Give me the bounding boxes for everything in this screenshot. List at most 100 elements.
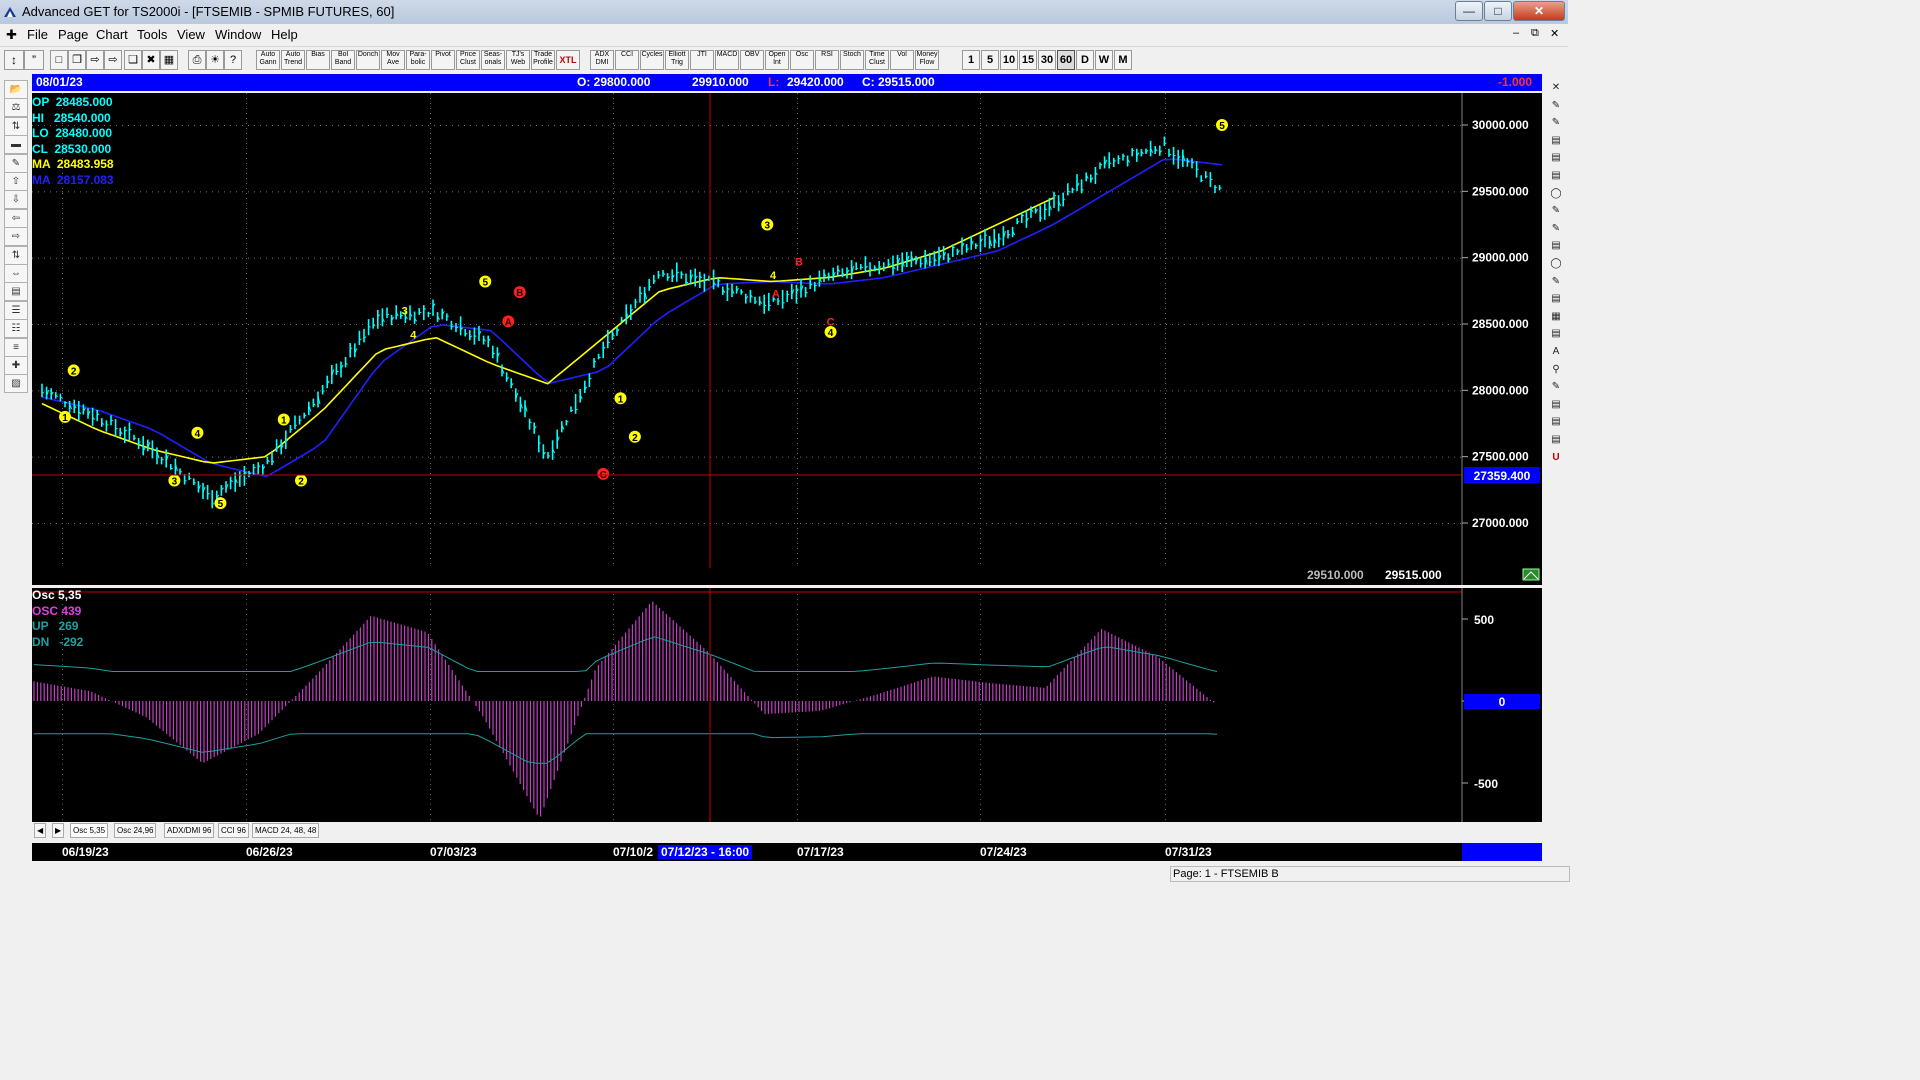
- drawing-tool-icon[interactable]: ⇧: [4, 172, 28, 191]
- mdi-restore-button[interactable]: ⧉: [1531, 27, 1539, 40]
- grid-icon[interactable]: ▦: [160, 50, 178, 70]
- analysis-tool-icon[interactable]: ▤: [1546, 432, 1566, 447]
- analysis-tool-icon[interactable]: ✎: [1546, 98, 1566, 113]
- grid-expand-icon[interactable]: [1522, 568, 1540, 581]
- study-button[interactable]: MACD: [715, 50, 739, 70]
- drawing-tool-icon[interactable]: ✚: [4, 356, 28, 375]
- drawing-tool-icon[interactable]: ☷: [4, 319, 28, 339]
- drawing-tool-icon[interactable]: ⇨: [4, 227, 28, 247]
- drawing-tool-icon[interactable]: ⇅: [4, 116, 28, 136]
- menu-view[interactable]: View: [177, 27, 205, 42]
- analysis-tool-icon[interactable]: ▤: [1546, 133, 1566, 148]
- period-button[interactable]: M: [1114, 50, 1132, 70]
- oscillator-chart[interactable]: 5000-500: [32, 588, 1542, 822]
- period-button[interactable]: 10: [1000, 50, 1018, 70]
- pointer-tool-icon[interactable]: ↕: [4, 50, 24, 70]
- period-button[interactable]: 5: [981, 50, 999, 70]
- oscillator-pane[interactable]: 500 0 -500 Osc 5,35 OSC 439 UP 269 DN -292: [32, 588, 1542, 822]
- period-button[interactable]: 15: [1019, 50, 1037, 70]
- study-button[interactable]: Seas- onals: [481, 50, 505, 70]
- study-button[interactable]: Mov Ave: [381, 50, 405, 70]
- period-button[interactable]: 60: [1057, 50, 1075, 70]
- analysis-tool-icon[interactable]: ▤: [1546, 168, 1566, 183]
- study-button[interactable]: Stoch: [840, 50, 864, 70]
- study-button[interactable]: Auto Trend: [281, 50, 305, 70]
- copy-icon[interactable]: ❐: [68, 50, 86, 70]
- doc-icon[interactable]: ✚: [6, 27, 17, 43]
- study-button[interactable]: CCI: [615, 50, 639, 70]
- drawing-tool-icon[interactable]: ⇅: [4, 245, 28, 265]
- study-button[interactable]: XTL: [556, 50, 580, 70]
- analysis-tool-icon[interactable]: A: [1546, 344, 1566, 359]
- analysis-tool-icon[interactable]: ▦: [1546, 309, 1566, 324]
- forward-icon[interactable]: ⇨: [104, 50, 122, 70]
- study-button[interactable]: Auto Gann: [256, 50, 280, 70]
- period-button[interactable]: W: [1095, 50, 1113, 70]
- drawing-tool-icon[interactable]: ⇩: [4, 190, 28, 210]
- study-button[interactable]: Time Clust: [865, 50, 889, 70]
- price-chart[interactable]: 1234512345ABC1234ABC45 30000.00029500.00…: [32, 93, 1542, 585]
- minimize-button[interactable]: —: [1455, 1, 1483, 21]
- study-button[interactable]: Vol: [890, 50, 914, 70]
- analysis-tool-icon[interactable]: ✎: [1546, 203, 1566, 218]
- analysis-tool-icon[interactable]: U: [1546, 450, 1566, 465]
- study-button[interactable]: Money Flow: [915, 50, 939, 70]
- cascade-icon[interactable]: ❑: [124, 50, 142, 70]
- menu-window[interactable]: Window: [215, 27, 261, 42]
- quote-tool-icon[interactable]: ”: [24, 50, 44, 70]
- study-button[interactable]: Para- bolic: [406, 50, 430, 70]
- study-button[interactable]: JTI: [690, 50, 714, 70]
- menu-chart[interactable]: Chart: [96, 27, 128, 42]
- analysis-tool-icon[interactable]: ▤: [1546, 150, 1566, 165]
- study-button[interactable]: RSI: [815, 50, 839, 70]
- tab-osc-5-35[interactable]: Osc 5,35: [70, 823, 109, 838]
- analysis-tool-icon[interactable]: ✎: [1546, 221, 1566, 236]
- delete-icon[interactable]: ✖: [142, 50, 160, 70]
- analysis-tool-icon[interactable]: ▤: [1546, 291, 1566, 306]
- drawing-tool-icon[interactable]: ☰: [4, 300, 28, 320]
- tab-cci[interactable]: CCI 96: [218, 823, 249, 838]
- print-icon[interactable]: ⎙: [188, 50, 206, 70]
- price-chart-pane[interactable]: 1234512345ABC1234ABC45 30000.00029500.00…: [32, 93, 1542, 585]
- analysis-tool-icon[interactable]: ◯: [1546, 256, 1566, 271]
- mdi-minimize-button[interactable]: –: [1513, 27, 1519, 39]
- menu-help[interactable]: Help: [271, 27, 298, 42]
- analysis-tool-icon[interactable]: ⚲: [1546, 362, 1566, 377]
- drawing-tool-icon[interactable]: ▤: [4, 282, 28, 302]
- lightbulb-icon[interactable]: ☀: [206, 50, 224, 70]
- analysis-tool-icon[interactable]: ▤: [1546, 414, 1566, 429]
- tab-adx-dmi[interactable]: ADX/DMI 96: [164, 823, 215, 838]
- study-button[interactable]: Donch: [356, 50, 380, 70]
- analysis-tool-icon[interactable]: ◯: [1546, 186, 1566, 201]
- analysis-tool-icon[interactable]: ✎: [1546, 379, 1566, 394]
- menu-tools[interactable]: Tools: [137, 27, 167, 42]
- mdi-close-button[interactable]: ✕: [1550, 27, 1559, 40]
- study-button[interactable]: ADX DMI: [590, 50, 614, 70]
- study-button[interactable]: Pivot: [431, 50, 455, 70]
- analysis-tool-icon[interactable]: ✕: [1546, 80, 1566, 95]
- study-button[interactable]: Bol Band: [331, 50, 355, 70]
- back-icon[interactable]: ⇨: [86, 50, 104, 70]
- study-button[interactable]: Bias: [306, 50, 330, 70]
- period-button[interactable]: D: [1076, 50, 1094, 70]
- analysis-tool-icon[interactable]: ✎: [1546, 115, 1566, 130]
- tab-scroll-left[interactable]: ◀: [34, 823, 47, 838]
- drawing-tool-icon[interactable]: ⇦: [4, 208, 28, 228]
- close-button[interactable]: ✕: [1513, 1, 1565, 21]
- new-page-icon[interactable]: □: [50, 50, 68, 70]
- drawing-tool-icon[interactable]: ≡: [4, 337, 28, 357]
- tab-macd[interactable]: MACD 24, 48, 48: [252, 823, 320, 838]
- analysis-tool-icon[interactable]: ▤: [1546, 238, 1566, 253]
- period-button[interactable]: 30: [1038, 50, 1056, 70]
- help-icon[interactable]: ?: [224, 50, 242, 70]
- maximize-button[interactable]: □: [1484, 1, 1512, 21]
- study-button[interactable]: Osc: [790, 50, 814, 70]
- period-button[interactable]: 1: [962, 50, 980, 70]
- drawing-tool-icon[interactable]: ▬: [4, 135, 28, 155]
- analysis-tool-icon[interactable]: ▤: [1546, 326, 1566, 341]
- drawing-tool-icon[interactable]: ⚖: [4, 98, 28, 118]
- tab-scroll-right[interactable]: ▶: [52, 823, 65, 838]
- drawing-tool-icon[interactable]: ▨: [4, 374, 28, 394]
- tab-osc-24-96[interactable]: Osc 24,96: [114, 823, 157, 838]
- study-button[interactable]: Cycles: [640, 50, 664, 70]
